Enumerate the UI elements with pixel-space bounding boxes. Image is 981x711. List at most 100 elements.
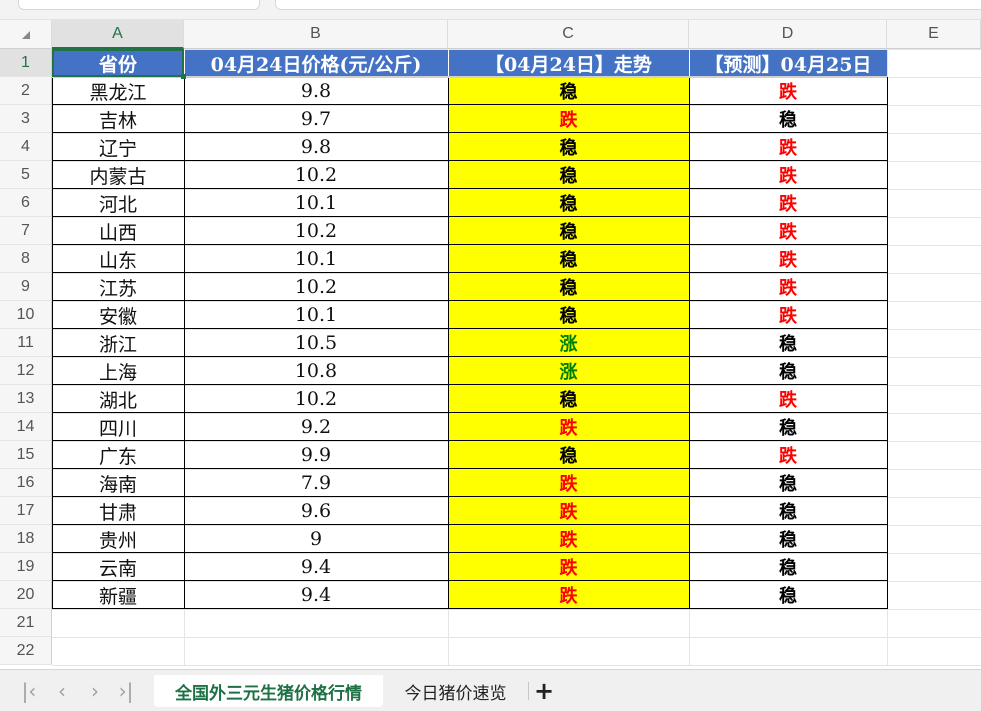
forecast-cell[interactable]: 稳 [689, 329, 887, 357]
column-header-d[interactable]: D [689, 20, 887, 49]
row-header-18[interactable]: 18 [0, 525, 52, 553]
trend-cell[interactable]: 跌 [448, 497, 689, 525]
row-header-4[interactable]: 4 [0, 133, 52, 161]
province-cell[interactable]: 上海 [52, 357, 184, 385]
row-header-17[interactable]: 17 [0, 497, 52, 525]
forecast-cell[interactable]: 跌 [689, 301, 887, 329]
trend-cell[interactable]: 跌 [448, 105, 689, 133]
trend-cell[interactable]: 稳 [448, 77, 689, 105]
row-header-5[interactable]: 5 [0, 161, 52, 189]
next-sheet-icon[interactable]: › [84, 679, 106, 703]
row-header-14[interactable]: 14 [0, 413, 52, 441]
trend-cell[interactable]: 稳 [448, 133, 689, 161]
forecast-cell[interactable]: 稳 [689, 581, 887, 609]
price-cell[interactable]: 10.1 [184, 245, 448, 273]
forecast-cell[interactable]: 稳 [689, 105, 887, 133]
province-cell[interactable]: 吉林 [52, 105, 184, 133]
price-cell[interactable]: 10.2 [184, 273, 448, 301]
forecast-cell[interactable]: 稳 [689, 525, 887, 553]
trend-cell[interactable]: 稳 [448, 245, 689, 273]
row-header-3[interactable]: 3 [0, 105, 52, 133]
price-cell[interactable]: 10.1 [184, 189, 448, 217]
forecast-cell[interactable]: 跌 [689, 441, 887, 469]
forecast-cell[interactable]: 稳 [689, 497, 887, 525]
province-cell[interactable]: 云南 [52, 553, 184, 581]
column-header-e[interactable]: E [887, 20, 981, 49]
row-header-8[interactable]: 8 [0, 245, 52, 273]
price-cell[interactable]: 10.2 [184, 161, 448, 189]
row-header-12[interactable]: 12 [0, 357, 52, 385]
trend-cell[interactable]: 跌 [448, 413, 689, 441]
column-header-c[interactable]: C [448, 20, 689, 49]
province-cell[interactable]: 广东 [52, 441, 184, 469]
province-cell[interactable]: 湖北 [52, 385, 184, 413]
province-cell[interactable]: 新疆 [52, 581, 184, 609]
forecast-cell[interactable]: 跌 [689, 161, 887, 189]
row-header-6[interactable]: 6 [0, 189, 52, 217]
price-cell[interactable]: 10.1 [184, 301, 448, 329]
province-cell[interactable]: 安徽 [52, 301, 184, 329]
province-cell[interactable]: 河北 [52, 189, 184, 217]
trend-cell[interactable]: 涨 [448, 357, 689, 385]
add-sheet-icon[interactable]: + [531, 677, 557, 705]
column-header-a[interactable]: A [52, 20, 184, 49]
price-cell[interactable]: 9.6 [184, 497, 448, 525]
row-header-10[interactable]: 10 [0, 301, 52, 329]
row-header-16[interactable]: 16 [0, 469, 52, 497]
forecast-cell[interactable]: 跌 [689, 245, 887, 273]
row-header-19[interactable]: 19 [0, 553, 52, 581]
province-cell[interactable]: 浙江 [52, 329, 184, 357]
forecast-cell[interactable]: 跌 [689, 385, 887, 413]
forecast-cell[interactable]: 跌 [689, 77, 887, 105]
trend-cell[interactable]: 稳 [448, 385, 689, 413]
province-cell[interactable]: 甘肃 [52, 497, 184, 525]
province-cell[interactable]: 内蒙古 [52, 161, 184, 189]
formula-input[interactable] [275, 0, 981, 10]
forecast-cell[interactable]: 跌 [689, 217, 887, 245]
price-cell[interactable]: 9.7 [184, 105, 448, 133]
price-cell[interactable]: 9.2 [184, 413, 448, 441]
row-header-9[interactable]: 9 [0, 273, 52, 301]
header-cell-price[interactable]: 04月24日价格(元/公斤) [184, 49, 448, 77]
sheet-tab-national-prices[interactable]: 全国外三元生猪价格行情 [154, 675, 383, 707]
header-cell-province[interactable]: 省份 [52, 49, 184, 77]
trend-cell[interactable]: 跌 [448, 469, 689, 497]
trend-cell[interactable]: 稳 [448, 273, 689, 301]
forecast-cell[interactable]: 跌 [689, 189, 887, 217]
province-cell[interactable]: 贵州 [52, 525, 184, 553]
row-header-13[interactable]: 13 [0, 385, 52, 413]
province-cell[interactable]: 江苏 [52, 273, 184, 301]
price-cell[interactable]: 9.8 [184, 133, 448, 161]
province-cell[interactable]: 山西 [52, 217, 184, 245]
name-box[interactable] [18, 0, 260, 10]
price-cell[interactable]: 9.9 [184, 441, 448, 469]
last-sheet-icon[interactable]: ›| [115, 679, 137, 703]
price-cell[interactable]: 7.9 [184, 469, 448, 497]
row-header-7[interactable]: 7 [0, 217, 52, 245]
row-header-2[interactable]: 2 [0, 77, 52, 105]
trend-cell[interactable]: 稳 [448, 189, 689, 217]
price-cell[interactable]: 9.8 [184, 77, 448, 105]
forecast-cell[interactable]: 跌 [689, 133, 887, 161]
price-cell[interactable]: 10.2 [184, 385, 448, 413]
row-header-22[interactable]: 22 [0, 637, 52, 665]
trend-cell[interactable]: 涨 [448, 329, 689, 357]
trend-cell[interactable]: 稳 [448, 301, 689, 329]
prev-sheet-icon[interactable]: ‹ [51, 679, 73, 703]
forecast-cell[interactable]: 稳 [689, 413, 887, 441]
row-header-15[interactable]: 15 [0, 441, 52, 469]
trend-cell[interactable]: 跌 [448, 581, 689, 609]
trend-cell[interactable]: 稳 [448, 217, 689, 245]
forecast-cell[interactable]: 稳 [689, 469, 887, 497]
row-header-11[interactable]: 11 [0, 329, 52, 357]
forecast-cell[interactable]: 跌 [689, 273, 887, 301]
trend-cell[interactable]: 稳 [448, 161, 689, 189]
price-cell[interactable]: 10.8 [184, 357, 448, 385]
province-cell[interactable]: 黑龙江 [52, 77, 184, 105]
row-header-21[interactable]: 21 [0, 609, 52, 637]
price-cell[interactable]: 9 [184, 525, 448, 553]
price-cell[interactable]: 10.5 [184, 329, 448, 357]
price-cell[interactable]: 9.4 [184, 581, 448, 609]
header-cell-trend[interactable]: 【04月24日】走势 [448, 49, 689, 77]
province-cell[interactable]: 海南 [52, 469, 184, 497]
